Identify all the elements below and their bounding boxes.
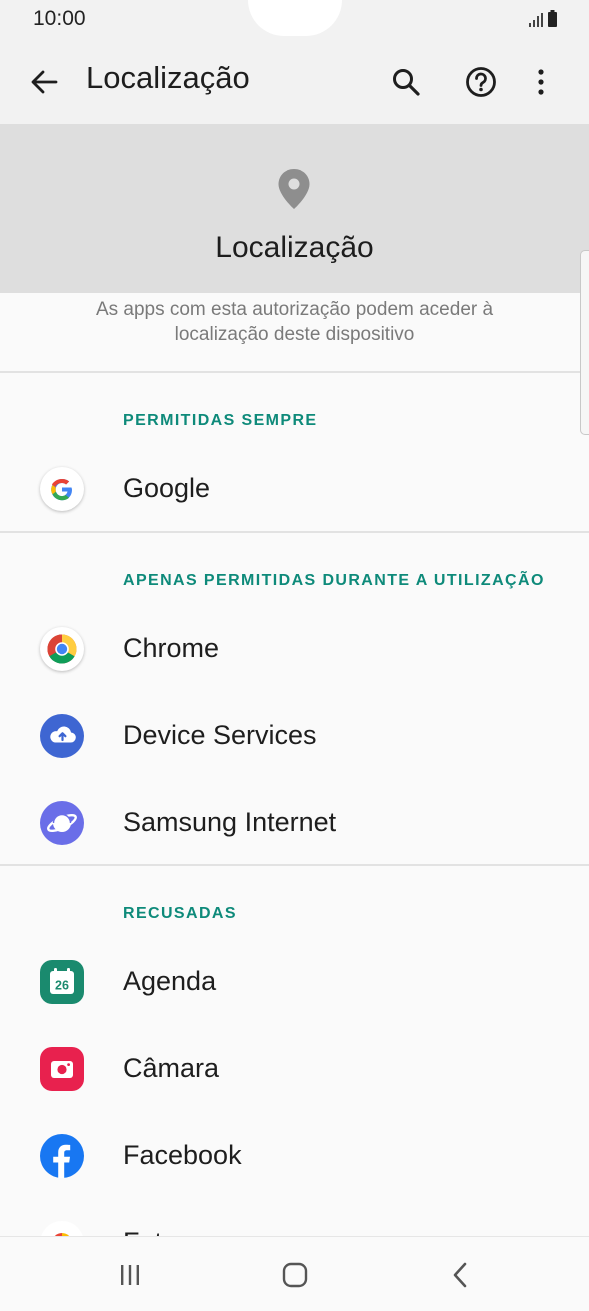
google-icon — [40, 467, 84, 511]
calendar-day: 26 — [55, 979, 69, 993]
signal-icon — [529, 10, 557, 27]
search-button[interactable] — [386, 62, 426, 102]
section-header-allowed-always: PERMITIDAS SEMPRE — [123, 412, 318, 429]
navigation-bar — [0, 1236, 589, 1311]
app-label: Google — [123, 473, 211, 503]
recent-apps-button[interactable] — [105, 1257, 155, 1293]
more-options-button[interactable] — [521, 62, 561, 102]
app-label: Device Services — [123, 720, 317, 750]
app-row-samsung-internet[interactable]: Samsung Internet — [0, 783, 589, 863]
status-icons — [529, 10, 559, 28]
chevron-left-icon — [453, 1262, 467, 1288]
app-label: Câmara — [123, 1053, 220, 1083]
calendar-icon: 26 — [40, 960, 84, 1004]
status-bar: 10:00 — [0, 0, 589, 40]
device-services-icon — [40, 714, 84, 758]
page-title: Localização — [86, 60, 250, 95]
divider — [0, 864, 589, 866]
battery-icon — [548, 12, 557, 27]
app-row-agenda[interactable]: 26 Agenda — [0, 942, 589, 1022]
status-time: 10:00 — [33, 7, 86, 30]
app-label: Samsung Internet — [123, 807, 337, 837]
camera-notch — [248, 0, 342, 36]
app-row-device-services[interactable]: Device Services — [0, 696, 589, 776]
app-row-facebook[interactable]: Facebook — [0, 1116, 589, 1196]
location-pin-icon — [278, 169, 310, 209]
divider — [0, 371, 589, 373]
home-button[interactable] — [270, 1257, 320, 1293]
facebook-icon — [40, 1134, 84, 1178]
divider — [0, 531, 589, 533]
app-label: Agenda — [123, 966, 217, 996]
back-button[interactable] — [24, 62, 64, 102]
app-label: Chrome — [123, 633, 220, 663]
samsung-internet-icon — [40, 801, 84, 845]
app-row-google[interactable]: Google — [0, 449, 589, 529]
arrow-back-icon — [31, 70, 58, 94]
app-row-chrome[interactable]: Chrome — [0, 609, 589, 689]
help-icon — [466, 67, 496, 97]
location-description: As apps com esta autorização podem acede… — [95, 299, 494, 345]
section-header-allowed-while-in-use: APENAS PERMITIDAS DURANTE A UTILIZAÇÃO — [123, 572, 545, 589]
app-row-camera[interactable]: Câmara — [0, 1029, 589, 1109]
home-icon — [282, 1262, 308, 1288]
chrome-icon — [40, 627, 84, 671]
more-vert-icon — [538, 69, 544, 95]
app-label: Facebook — [123, 1140, 242, 1170]
search-icon — [393, 69, 420, 96]
back-nav-button[interactable] — [435, 1257, 485, 1293]
scrollbar[interactable] — [580, 250, 589, 435]
recent-apps-icon — [121, 1265, 139, 1285]
section-header-denied: RECUSADAS — [123, 905, 237, 922]
location-title: Localização — [215, 231, 374, 264]
location-header: Localização — [0, 124, 589, 293]
app-bar: Localização — [0, 40, 589, 124]
camera-icon — [40, 1047, 84, 1091]
help-button[interactable] — [461, 62, 501, 102]
